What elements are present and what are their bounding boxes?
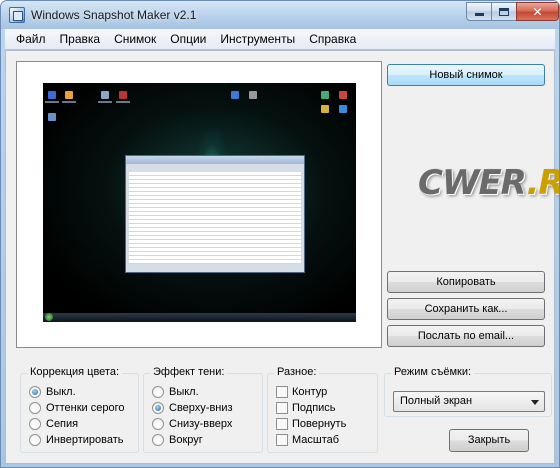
misc-group: Разное: Контур Подпись Повернуть Масштаб — [267, 366, 378, 453]
color-off-radio[interactable] — [29, 385, 41, 398]
color-correction-group: Коррекция цвета: Выкл. Оттенки серого Се… — [20, 366, 139, 453]
desktop-icon — [48, 113, 56, 121]
logo-text: CWER.RU — [418, 163, 559, 203]
desktop-icon — [321, 105, 329, 113]
app-window: Windows Snapshot Maker v2.1 ✕ Файл Правк… — [0, 0, 560, 468]
close-icon: ✕ — [532, 4, 543, 19]
color-grayscale-radio[interactable] — [29, 401, 41, 414]
desktop-icon-label — [62, 101, 76, 103]
color-invert-option[interactable]: Инвертировать — [29, 432, 123, 447]
shadow-top-down-radio[interactable] — [152, 401, 164, 414]
send-email-button[interactable]: Послать по email... — [387, 325, 545, 347]
maximize-button[interactable] — [491, 2, 517, 21]
desktop-icon-label — [45, 101, 59, 103]
cwer-logo: CWER.RU — [386, 147, 559, 221]
shadow-off-radio[interactable] — [152, 385, 164, 398]
option-label: Масштаб — [292, 433, 340, 446]
color-grayscale-option[interactable]: Оттенки серого — [29, 400, 124, 415]
outline-checkbox[interactable] — [276, 385, 288, 398]
captured-window-titlebar — [126, 156, 304, 164]
app-camera-icon — [9, 7, 25, 23]
shadow-around-radio[interactable] — [152, 433, 164, 446]
scale-checkbox[interactable] — [276, 433, 288, 446]
color-invert-radio[interactable] — [29, 433, 41, 446]
option-label: Выкл. — [169, 385, 199, 398]
shadow-top-down-option[interactable]: Сверху-вниз — [152, 400, 233, 415]
menu-file[interactable]: Файл — [9, 30, 53, 49]
option-label: Контур — [292, 385, 328, 398]
desktop-icon — [339, 105, 347, 113]
option-label: Вокруг — [169, 433, 203, 446]
save-as-button[interactable]: Сохранить как... — [387, 298, 545, 320]
color-off-option[interactable]: Выкл. — [29, 384, 76, 399]
desktop-icon — [48, 91, 56, 99]
option-label: Инвертировать — [46, 433, 124, 446]
capture-mode-select[interactable]: Полный экран — [393, 391, 545, 412]
option-label: Сверху-вниз — [169, 401, 233, 414]
capture-mode-title: Режим съёмки: — [391, 366, 475, 378]
desktop-icon — [231, 91, 239, 99]
caption-checkbox[interactable] — [276, 401, 288, 414]
capture-mode-value: Полный экран — [400, 395, 473, 407]
shadow-effect-group: Эффект тени: Выкл. Сверху-вниз Снизу-вве… — [143, 366, 263, 453]
menu-bar: Файл Правка Снимок Опции Инструменты Спр… — [5, 29, 555, 50]
menu-snapshot[interactable]: Снимок — [107, 30, 163, 49]
desktop-icon — [249, 91, 257, 99]
option-label: Подпись — [292, 401, 336, 414]
minimize-button[interactable] — [466, 2, 492, 21]
menu-edit[interactable]: Правка — [53, 30, 108, 49]
desktop-icon — [119, 91, 127, 99]
menu-tools[interactable]: Инструменты — [213, 30, 302, 49]
option-label: Оттенки серого — [46, 401, 125, 414]
menu-options[interactable]: Опции — [163, 30, 213, 49]
desktop-icon — [339, 91, 347, 99]
option-label: Повернуть — [292, 417, 347, 430]
shadow-around-option[interactable]: Вокруг — [152, 432, 203, 447]
snapshot-preview — [16, 61, 382, 348]
color-sepia-radio[interactable] — [29, 417, 41, 430]
option-label: Сепия — [46, 417, 79, 430]
close-window-button[interactable]: ✕ — [516, 2, 559, 21]
menu-help[interactable]: Справка — [302, 30, 363, 49]
outline-option[interactable]: Контур — [276, 384, 327, 399]
option-label: Снизу-вверх — [169, 417, 233, 430]
desktop-icon-label — [116, 101, 130, 103]
shadow-bottom-up-radio[interactable] — [152, 417, 164, 430]
title-bar[interactable]: Windows Snapshot Maker v2.1 ✕ — [1, 1, 559, 29]
scale-option[interactable]: Масштаб — [276, 432, 339, 447]
captured-window — [125, 155, 305, 273]
color-sepia-option[interactable]: Сепия — [29, 416, 78, 431]
copy-button[interactable]: Копировать — [387, 271, 545, 293]
chevron-down-icon — [531, 400, 539, 405]
caption-option[interactable]: Подпись — [276, 400, 336, 415]
start-orb-icon — [45, 313, 53, 321]
shadow-off-option[interactable]: Выкл. — [152, 384, 199, 399]
rotate-option[interactable]: Повернуть — [276, 416, 346, 431]
rotate-checkbox[interactable] — [276, 417, 288, 430]
shadow-effect-title: Эффект тени: — [150, 366, 228, 378]
desktop-icon — [321, 91, 329, 99]
desktop-icon-label — [98, 101, 112, 103]
option-label: Выкл. — [46, 385, 76, 398]
color-correction-title: Коррекция цвета: — [27, 366, 123, 378]
misc-title: Разное: — [274, 366, 320, 378]
desktop-icon — [65, 91, 73, 99]
minimize-icon — [474, 13, 484, 16]
window-title: Windows Snapshot Maker v2.1 — [31, 8, 197, 22]
desktop-screenshot-image — [43, 83, 356, 322]
shadow-bottom-up-option[interactable]: Снизу-вверх — [152, 416, 232, 431]
capture-mode-group: Режим съёмки: Полный экран — [384, 366, 552, 417]
new-snapshot-button[interactable]: Новый снимок — [387, 64, 545, 86]
close-button[interactable]: Закрыть — [449, 429, 529, 452]
desktop-taskbar — [43, 313, 356, 322]
client-area: Новый снимок CWER.RU Копировать Сохранит… — [5, 50, 559, 464]
maximize-icon — [499, 7, 509, 16]
captured-window-text — [129, 172, 301, 264]
desktop-icon — [101, 91, 109, 99]
